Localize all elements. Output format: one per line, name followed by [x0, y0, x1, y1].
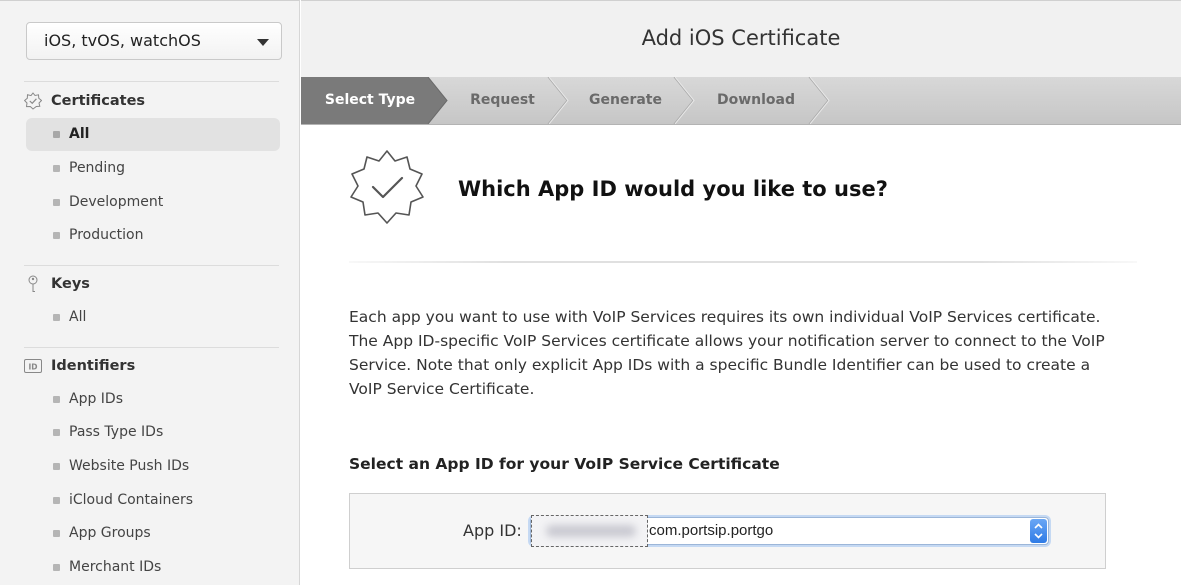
- bullet-icon: [53, 463, 60, 470]
- sidebar-item-label: Website Push IDs: [69, 458, 190, 474]
- sidebar-item-label: App IDs: [69, 391, 124, 407]
- bullet-icon: [53, 232, 60, 239]
- bullet-icon: [53, 429, 60, 436]
- app-id-select[interactable]: com.portsip.portgo: [530, 515, 1049, 547]
- bullet-icon: [53, 497, 60, 504]
- main-panel: Add iOS Certificate Select Type Request …: [301, 0, 1181, 585]
- key-icon: [24, 275, 42, 293]
- sidebar-item-label: App Groups: [69, 525, 151, 541]
- bullet-icon: [53, 530, 60, 537]
- bullet-icon: [53, 131, 60, 138]
- sidebar: iOS, tvOS, watchOS Certificates All Pend…: [0, 0, 300, 585]
- question-heading: Which App ID would you like to use?: [458, 177, 888, 201]
- svg-text:ID: ID: [28, 362, 37, 371]
- sidebar-item-label: iCloud Containers: [69, 492, 194, 508]
- sidebar-item-icloud-containers[interactable]: iCloud Containers: [26, 484, 280, 517]
- bullet-icon: [53, 396, 60, 403]
- step-request: Request: [470, 92, 535, 108]
- description-text: Each app you want to use with VoIP Servi…: [349, 308, 1105, 398]
- redacted-prefix: [531, 515, 648, 547]
- section-identifiers[interactable]: ID Identifiers: [24, 355, 135, 377]
- platform-dropdown-label: iOS, tvOS, watchOS: [44, 31, 201, 50]
- chevron-down-icon: [257, 39, 269, 46]
- step-generate: Generate: [589, 92, 662, 108]
- bullet-icon: [53, 314, 60, 321]
- select-stepper-icon[interactable]: [1030, 519, 1047, 543]
- content-area: Which App ID would you like to use? Each…: [301, 125, 1181, 585]
- page-title: Add iOS Certificate: [301, 0, 1181, 77]
- sidebar-item-label: All: [69, 126, 90, 142]
- certificate-badge-icon: [23, 92, 43, 110]
- sidebar-item-certificates-all[interactable]: All: [26, 118, 280, 151]
- sidebar-item-label: Development: [69, 194, 164, 210]
- sidebar-divider: [24, 81, 279, 82]
- app-id-value: com.portsip.portgo: [649, 522, 774, 539]
- sidebar-item-label: Production: [69, 227, 144, 243]
- sidebar-item-website-push-ids[interactable]: Website Push IDs: [26, 450, 280, 483]
- sidebar-divider: [24, 265, 279, 266]
- sidebar-item-development[interactable]: Development: [26, 186, 280, 219]
- sidebar-item-label: All: [69, 309, 87, 325]
- sidebar-item-app-groups[interactable]: App Groups: [26, 517, 280, 550]
- section-certificates[interactable]: Certificates: [23, 90, 146, 112]
- app-id-panel: App ID: com.portsip.portgo: [349, 493, 1106, 569]
- certificate-badge-icon: [350, 150, 424, 224]
- sidebar-item-label: Pass Type IDs: [69, 424, 164, 440]
- step-select-type: Select Type: [324, 92, 416, 108]
- id-icon: ID: [24, 357, 42, 375]
- select-app-id-title: Select an App ID for your VoIP Service C…: [349, 455, 780, 473]
- bullet-icon: [53, 165, 60, 172]
- sidebar-item-keys-all[interactable]: All: [26, 301, 280, 334]
- content-separator: [349, 261, 1137, 263]
- sidebar-item-pending[interactable]: Pending: [26, 152, 280, 185]
- sidebar-item-label: Merchant IDs: [69, 559, 162, 575]
- step-indicator: Select Type Request Generate Download: [301, 77, 1181, 125]
- section-title: Identifiers: [51, 358, 136, 374]
- bullet-icon: [53, 199, 60, 206]
- bullet-icon: [53, 564, 60, 571]
- platform-dropdown[interactable]: iOS, tvOS, watchOS: [26, 22, 282, 60]
- sidebar-item-pass-type-ids[interactable]: Pass Type IDs: [26, 416, 280, 449]
- sidebar-item-production[interactable]: Production: [26, 219, 280, 252]
- section-title: Keys: [51, 276, 90, 292]
- section-keys[interactable]: Keys: [24, 273, 90, 295]
- app-id-label: App ID:: [463, 521, 522, 540]
- sidebar-divider: [24, 347, 279, 348]
- section-title: Certificates: [51, 93, 146, 109]
- step-download: Download: [716, 92, 796, 108]
- sidebar-item-merchant-ids[interactable]: Merchant IDs: [26, 551, 280, 584]
- sidebar-item-app-ids[interactable]: App IDs: [26, 383, 280, 416]
- sidebar-item-label: Pending: [69, 160, 125, 176]
